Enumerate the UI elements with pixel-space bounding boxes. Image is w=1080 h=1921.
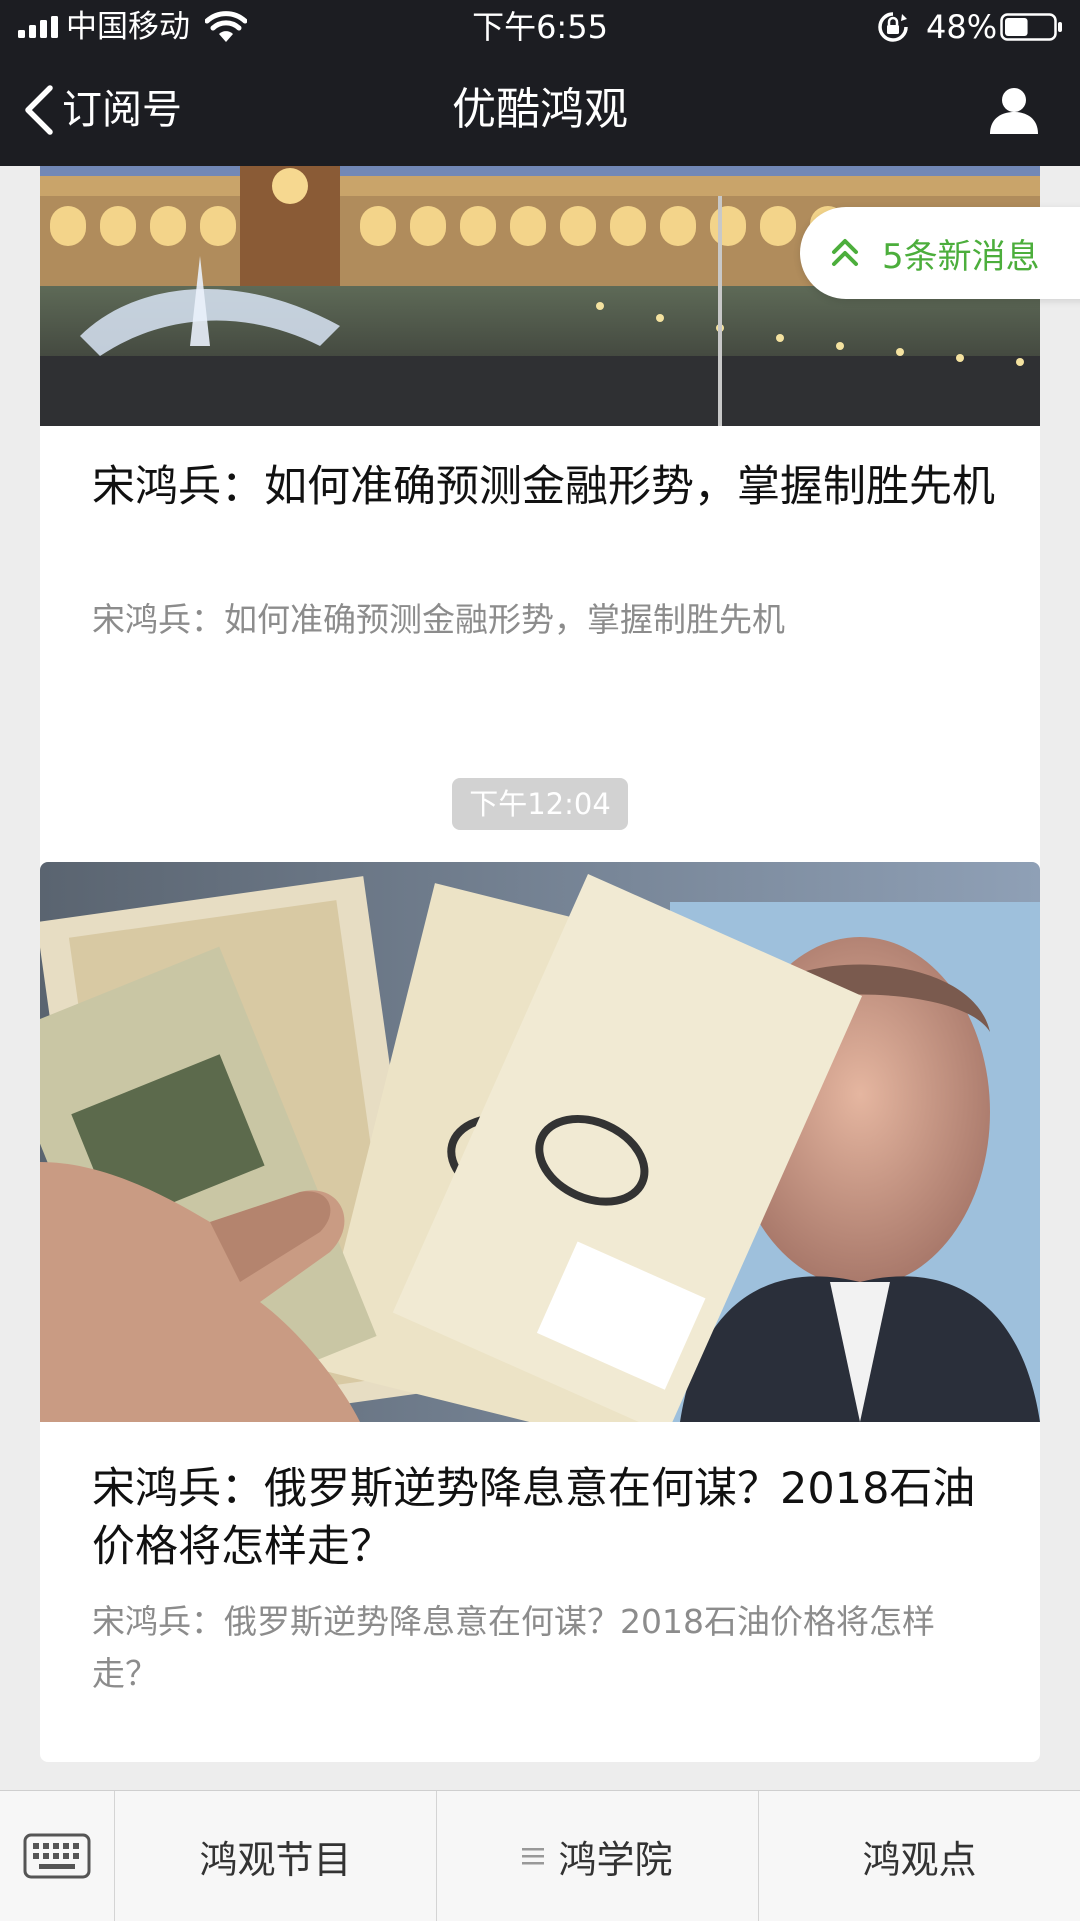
keyboard-toggle-button[interactable] <box>0 1791 115 1921</box>
battery-icon <box>1000 13 1062 41</box>
article-description: 宋鸿兵：如何准确预测金融形势，掌握制胜先机 <box>92 600 785 639</box>
menu-tab-label: 鸿观点 <box>862 1837 977 1882</box>
navigation-bar: 订阅号 优酷鸿观 <box>0 54 1080 166</box>
menu-tab-hongguan-programs[interactable]: 鸿观节目 <box>115 1791 437 1921</box>
article-title: 宋鸿兵：俄罗斯逆势降息意在何谋？2018石油价格将怎样走？ <box>92 1464 976 1572</box>
timestamp-badge: 下午12:04 <box>452 778 628 830</box>
article-cover-image <box>40 862 1040 1422</box>
new-messages-button[interactable]: 5条新消息 <box>800 207 1080 299</box>
menu-tab-label: 鸿观节目 <box>199 1837 352 1882</box>
page-title: 优酷鸿观 <box>452 84 628 135</box>
bottom-menu: 鸿观节目 鸿学院 鸿观点 <box>0 1790 1080 1921</box>
menu-tab-hong-academy[interactable]: 鸿学院 <box>437 1791 759 1921</box>
battery-percent: 48% <box>926 8 998 46</box>
orientation-lock-icon <box>878 12 908 42</box>
article-card[interactable]: 宋鸿兵：俄罗斯逆势降息意在何谋？2018石油价格将怎样走？ 宋鸿兵：俄罗斯逆势降… <box>40 862 1040 1762</box>
double-chevron-up-icon <box>832 239 858 266</box>
status-bar: 中国移动 下午6:55 48% <box>0 0 1080 54</box>
submenu-lines-icon <box>522 1848 545 1865</box>
menu-tab-label: 鸿学院 <box>558 1837 673 1882</box>
profile-icon[interactable] <box>988 84 1040 136</box>
menu-tab-hong-viewpoint[interactable]: 鸿观点 <box>759 1791 1080 1921</box>
message-list[interactable]: 宋鸿兵：如何准确预测金融形势，掌握制胜先机 宋鸿兵：如何准确预测金融形势，掌握制… <box>0 166 1080 1790</box>
article-title: 宋鸿兵：如何准确预测金融形势，掌握制胜先机 <box>92 462 995 512</box>
new-messages-label: 5条新消息 <box>882 236 1040 277</box>
article-description: 宋鸿兵：俄罗斯逆势降息意在何谋？2018石油价格将怎样走？ <box>92 1602 935 1693</box>
keyboard-icon <box>23 1833 91 1879</box>
clock: 下午6:55 <box>472 8 608 46</box>
